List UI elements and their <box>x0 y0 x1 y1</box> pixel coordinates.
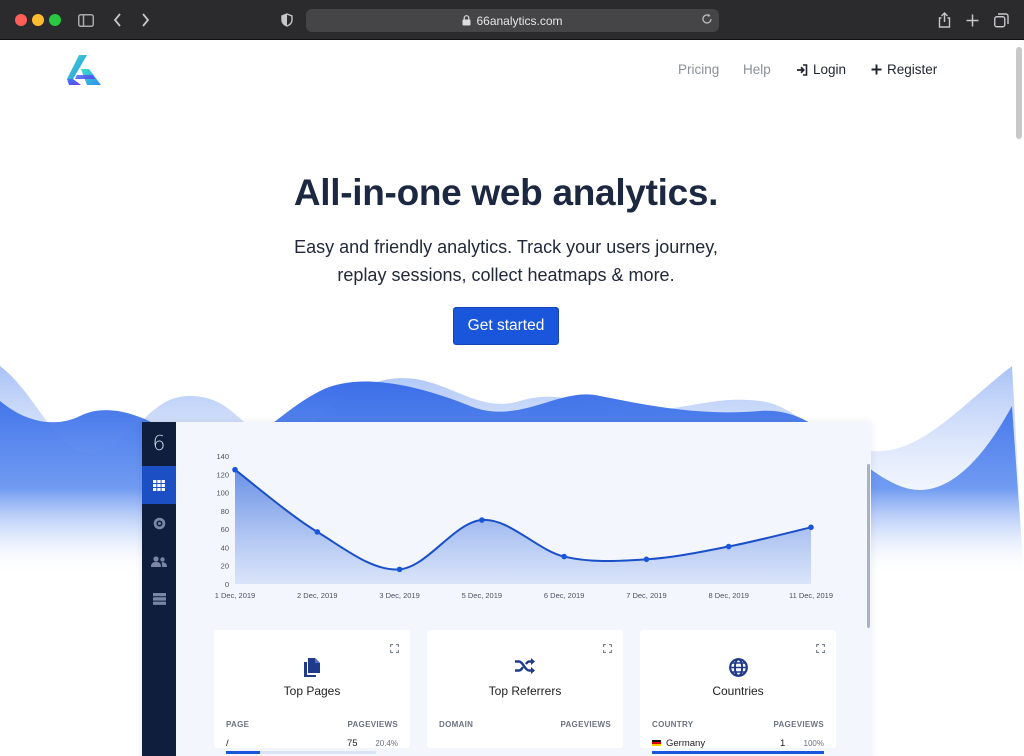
address-bar[interactable]: 66analytics.com <box>306 9 719 32</box>
dashboard-logo: 6 <box>152 431 166 455</box>
nav-register-link[interactable]: Register <box>871 62 937 77</box>
share-icon[interactable] <box>934 10 954 30</box>
hero-title: All-in-one web analytics. <box>293 172 719 213</box>
country-name: Germany <box>666 738 706 749</box>
x-tick-label: 11 Dec, 2019 <box>789 591 833 600</box>
url-text: 66analytics.com <box>476 13 563 28</box>
y-tick-label: 140 <box>216 452 229 461</box>
data-point[interactable] <box>232 466 238 473</box>
x-axis-ticks: 1 Dec, 2019 2 Dec, 2019 3 Dec, 2019 5 Dec, … <box>215 591 833 600</box>
tab-overview-icon[interactable] <box>991 10 1011 30</box>
new-tab-icon[interactable] <box>962 10 982 30</box>
y-tick-label: 40 <box>221 543 229 552</box>
row-label: / <box>226 738 229 749</box>
sidebar-websites-item[interactable] <box>142 580 176 618</box>
y-tick-label: 60 <box>221 525 229 534</box>
hero-subtitle: Easy and friendly analytics. Track your … <box>0 233 1012 289</box>
dashboard-sidebar: 6 <box>142 422 176 756</box>
sidebar-goals-item[interactable] <box>142 504 176 542</box>
countries-card: Countries COUNTRY PAGEVIEWS Germany 1 10… <box>640 630 836 754</box>
y-tick-label: 20 <box>221 562 229 571</box>
expand-icon[interactable] <box>603 640 612 658</box>
progress-fill <box>226 751 260 754</box>
grid-icon <box>153 479 165 491</box>
server-icon <box>152 593 166 605</box>
x-tick-label: 8 Dec, 2019 <box>708 591 748 600</box>
hero-subtitle-line2: replay sessions, collect heatmaps & more… <box>337 265 675 285</box>
column-header: PAGEVIEWS <box>560 720 611 729</box>
get-started-button[interactable]: Get started <box>453 307 559 345</box>
lock-icon <box>462 15 471 26</box>
minimize-window-button[interactable] <box>32 14 44 26</box>
column-header: PAGEVIEWS <box>773 720 824 729</box>
row-percent: 100% <box>803 739 824 748</box>
progress-fill <box>652 751 824 754</box>
card-title: Countries <box>712 684 764 698</box>
row-percent: 20.4% <box>375 739 398 748</box>
hero-subtitle-line1: Easy and friendly analytics. Track your … <box>294 237 718 257</box>
nav-pricing-link[interactable]: Pricing <box>678 62 719 77</box>
data-point[interactable] <box>808 524 814 531</box>
register-label: Register <box>887 62 938 77</box>
users-icon <box>151 555 167 567</box>
expand-icon[interactable] <box>816 640 825 658</box>
close-window-button[interactable] <box>15 14 27 26</box>
x-tick-label: 5 Dec, 2019 <box>462 591 502 600</box>
data-point[interactable] <box>643 556 650 563</box>
data-point[interactable] <box>314 529 321 535</box>
x-tick-label: 2 Dec, 2019 <box>297 591 337 600</box>
card-title: Top Pages <box>283 684 341 698</box>
plus-icon <box>871 64 882 75</box>
web-page: Pricing Help Login Register All-in-one w… <box>0 41 1024 756</box>
y-axis-ticks: 0 20 40 60 80 100 120 140 <box>216 452 229 589</box>
data-point[interactable] <box>396 566 403 573</box>
x-tick-label: 3 Dec, 2019 <box>379 591 419 600</box>
column-header: DOMAIN <box>439 720 474 729</box>
sidebar-toggle-icon[interactable] <box>76 10 96 30</box>
top-pages-card: Top Pages PAGE PAGEVIEWS / 75 20.4% <box>214 630 410 754</box>
browser-toolbar: 66analytics.com <box>0 0 1024 40</box>
y-tick-label: 0 <box>225 580 229 589</box>
nav-login-link[interactable]: Login <box>796 62 846 77</box>
shuffle-icon <box>427 658 623 674</box>
sidebar-dashboard-item[interactable] <box>142 466 176 504</box>
dashboard-preview: 6 0 20 40 60 80 100 120 140 1 Dec, 2019 … <box>142 422 871 756</box>
x-tick-label: 7 Dec, 2019 <box>626 591 666 600</box>
x-tick-label: 1 Dec, 2019 <box>215 591 255 600</box>
maximize-window-button[interactable] <box>49 14 61 26</box>
nav-help-link[interactable]: Help <box>743 62 771 77</box>
germany-flag-icon <box>652 740 661 747</box>
column-header: PAGE <box>226 720 250 729</box>
back-icon[interactable] <box>107 10 127 30</box>
data-point[interactable] <box>725 543 732 550</box>
row-value: 75 <box>347 738 358 749</box>
column-header: COUNTRY <box>652 720 694 729</box>
page-scrollbar[interactable] <box>1016 47 1022 139</box>
expand-icon[interactable] <box>390 640 399 658</box>
y-tick-label: 80 <box>221 507 229 516</box>
top-referrers-card: Top Referrers DOMAIN PAGEVIEWS <box>427 630 623 748</box>
reload-icon[interactable] <box>701 13 713 28</box>
target-icon <box>153 517 165 529</box>
privacy-shield-icon[interactable] <box>277 10 297 30</box>
login-icon <box>797 63 808 76</box>
y-tick-label: 100 <box>216 489 229 498</box>
y-tick-label: 120 <box>216 470 229 479</box>
x-tick-label: 6 Dec, 2019 <box>544 591 584 600</box>
brand-logo[interactable] <box>65 53 103 87</box>
sidebar-visitors-item[interactable] <box>142 542 176 580</box>
forward-icon[interactable] <box>135 10 155 30</box>
row-label: Germany <box>652 738 705 749</box>
pageviews-chart: 0 20 40 60 80 100 120 140 1 Dec, 2019 2 Dec, 201… <box>215 452 833 600</box>
chart-area <box>235 469 811 584</box>
globe-icon <box>640 658 836 677</box>
row-value: 1 <box>780 738 786 749</box>
login-label: Login <box>813 62 847 77</box>
data-point[interactable] <box>479 517 485 523</box>
pages-icon <box>214 658 410 677</box>
card-title: Top Referrers <box>488 684 562 698</box>
column-header: PAGEVIEWS <box>347 720 398 729</box>
data-point[interactable] <box>561 553 567 560</box>
